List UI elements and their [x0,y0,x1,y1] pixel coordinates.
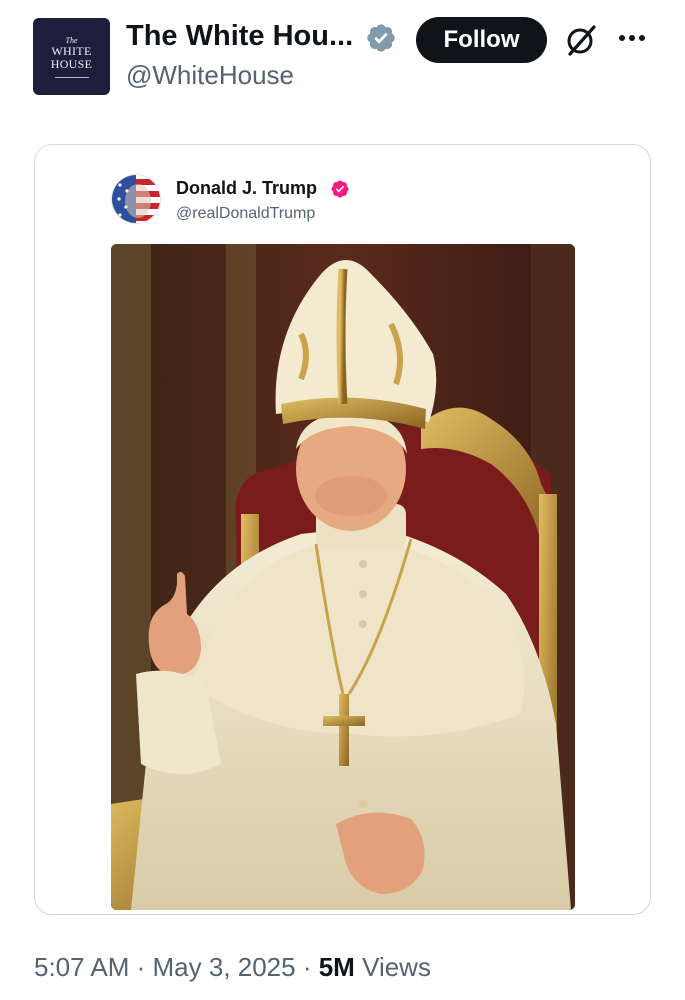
avatar-text-line2: HOUSE [50,56,93,71]
verified-badge-icon [367,24,395,52]
meta-separator-1: · [129,952,153,982]
quoted-post-card[interactable]: Donald J. Trump @realDonaldTrump [34,144,651,915]
meta-separator-2: · [295,952,319,982]
more-options-icon[interactable] [614,28,650,48]
quoted-author-name[interactable]: Donald J. Trump [176,178,317,199]
quoted-author-handle[interactable]: @realDonaldTrump [176,205,315,223]
post-metadata: 5:07 AM · May 3, 2025 · 5M Views [34,952,431,983]
account-handle[interactable]: @WhiteHouse [126,60,294,91]
white-house-avatar[interactable]: The WHITE HOUSE [33,18,110,95]
views-count[interactable]: 5M [319,952,355,982]
avatar-divider [54,76,89,78]
quoted-verified-badge-icon [331,180,349,198]
views-label: Views [354,952,431,982]
post-date[interactable]: May 3, 2025 [153,952,296,982]
avatar-text-line1: WHITE [51,43,92,58]
post-time[interactable]: 5:07 AM [34,952,129,982]
quoted-post-image[interactable] [111,244,575,910]
flag-face-avatar-image [112,175,160,223]
account-display-name[interactable]: The White Hou... [126,20,353,53]
grok-icon[interactable] [563,22,599,58]
pope-portrait-illustration [111,244,575,910]
post-header: The WHITE HOUSE The White Hou... @WhiteH… [0,0,685,110]
follow-button[interactable]: Follow [416,17,547,63]
quoted-author-avatar[interactable] [111,174,161,224]
